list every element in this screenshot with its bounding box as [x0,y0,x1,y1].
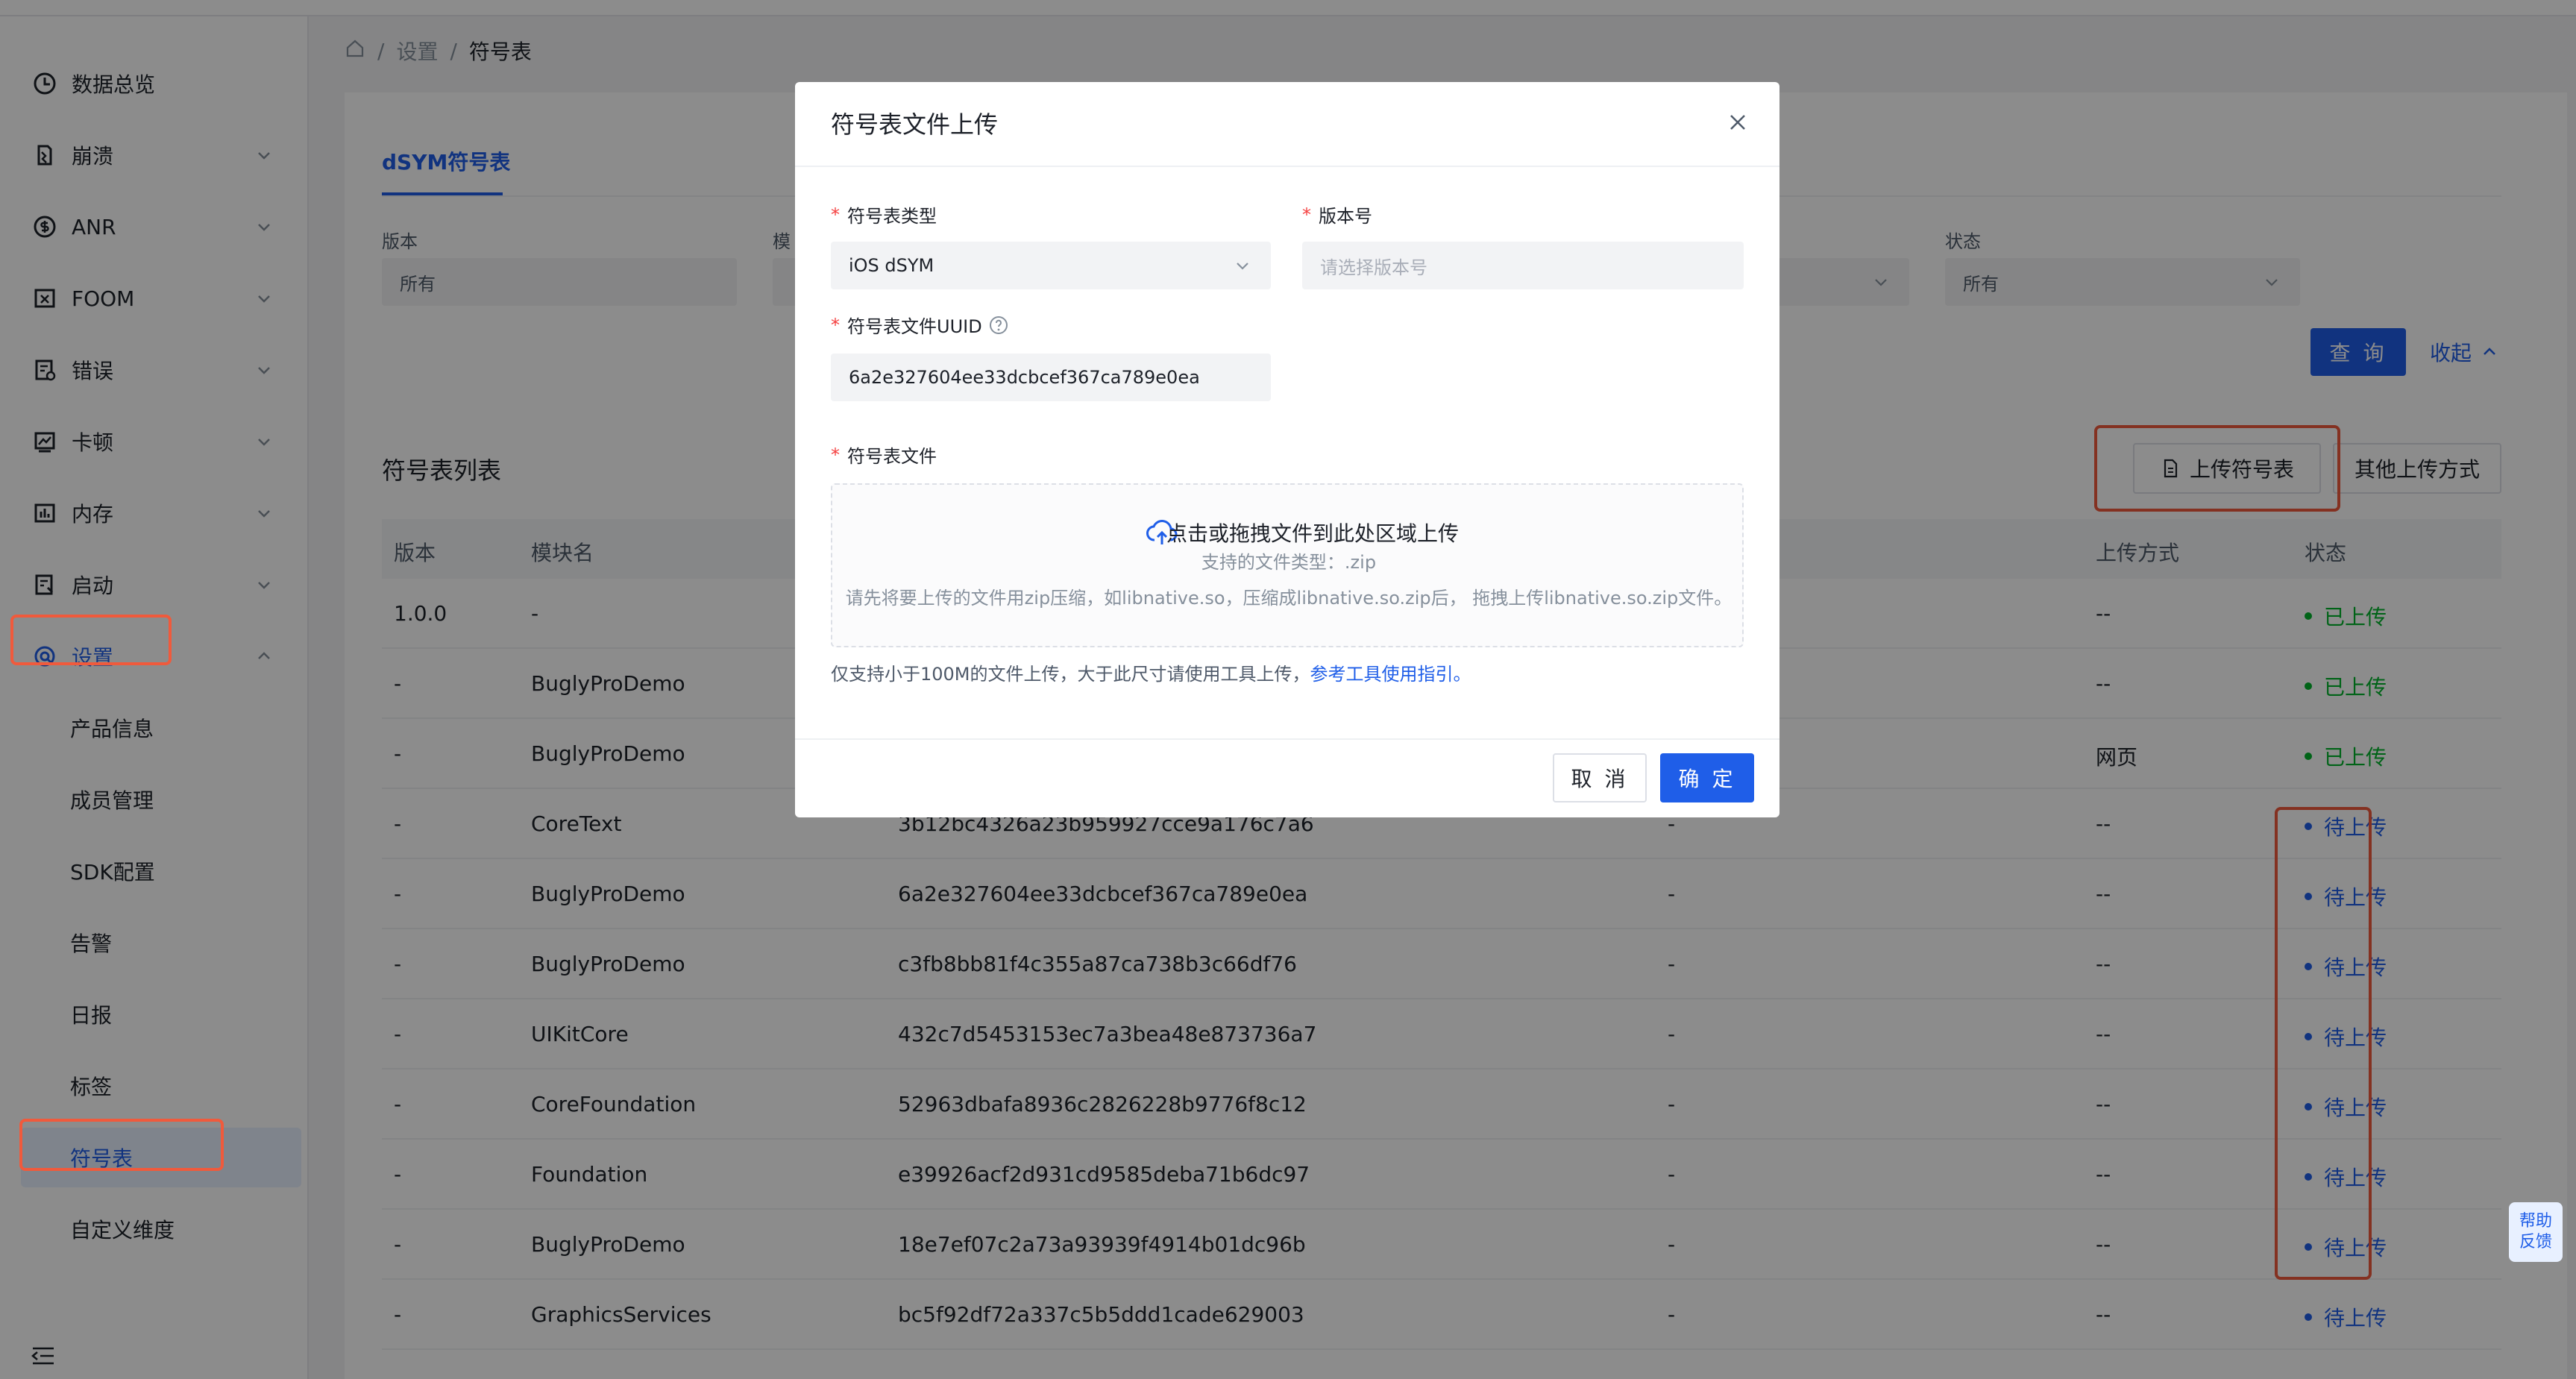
file-dropzone[interactable]: 点击或拖拽文件到此处区域上传 支持的文件类型：.zip 请先将要上传的文件用zi… [831,483,1744,647]
required-mark: * [1302,204,1311,225]
tool-guide-link[interactable]: 参考工具使用指引。 [1310,664,1471,685]
version-placeholder: 请选择版本号 [1320,257,1427,278]
help-feedback-button[interactable]: 帮助 反馈 [2509,1202,2563,1262]
uuid-label: * 符号表文件UUID [831,312,1009,338]
confirm-button[interactable]: 确 定 [1660,753,1754,802]
uuid-value: 6a2e327604ee33dcbcef367ca789e0ea [849,367,1200,388]
type-label: * 符号表类型 [831,204,937,227]
close-icon[interactable] [1726,110,1750,134]
symbol-type-value: iOS dSYM [849,255,934,276]
chevron-down-icon [1237,263,1248,270]
help-label: 帮助 [2519,1212,2552,1231]
modal-footer-divider [795,738,1779,740]
version-label: * 版本号 [1302,204,1372,227]
required-mark: * [831,444,840,465]
modal-header-divider [795,166,1779,167]
cancel-button[interactable]: 取 消 [1553,753,1647,802]
dropzone-main-text: 点击或拖拽文件到此处区域上传 [1166,521,1459,546]
uuid-input[interactable]: 6a2e327604ee33dcbcef367ca789e0ea [831,354,1271,401]
dropzone-file-types: 支持的文件类型：.zip [1201,552,1377,573]
symbol-type-select[interactable]: iOS dSYM [831,242,1271,289]
feedback-label: 反馈 [2519,1233,2552,1251]
help-circle-icon[interactable] [988,315,1009,336]
size-note: 仅支持小于100M的文件上传，大于此尺寸请使用工具上传，参考工具使用指引。 [831,664,1471,685]
dropzone-hint: 请先将要上传的文件用zip压缩，如libnative.so，压缩成libnati… [845,588,1732,609]
upload-modal: 符号表文件上传 * 符号表类型 iOS dSYM * 版本号 请选择版本号 * 符号表… [795,82,1779,817]
version-select[interactable]: 请选择版本号 [1302,242,1744,289]
required-mark: * [831,314,840,336]
file-label: * 符号表文件 [831,444,937,468]
modal-title: 符号表文件上传 [831,110,999,139]
required-mark: * [831,204,840,225]
